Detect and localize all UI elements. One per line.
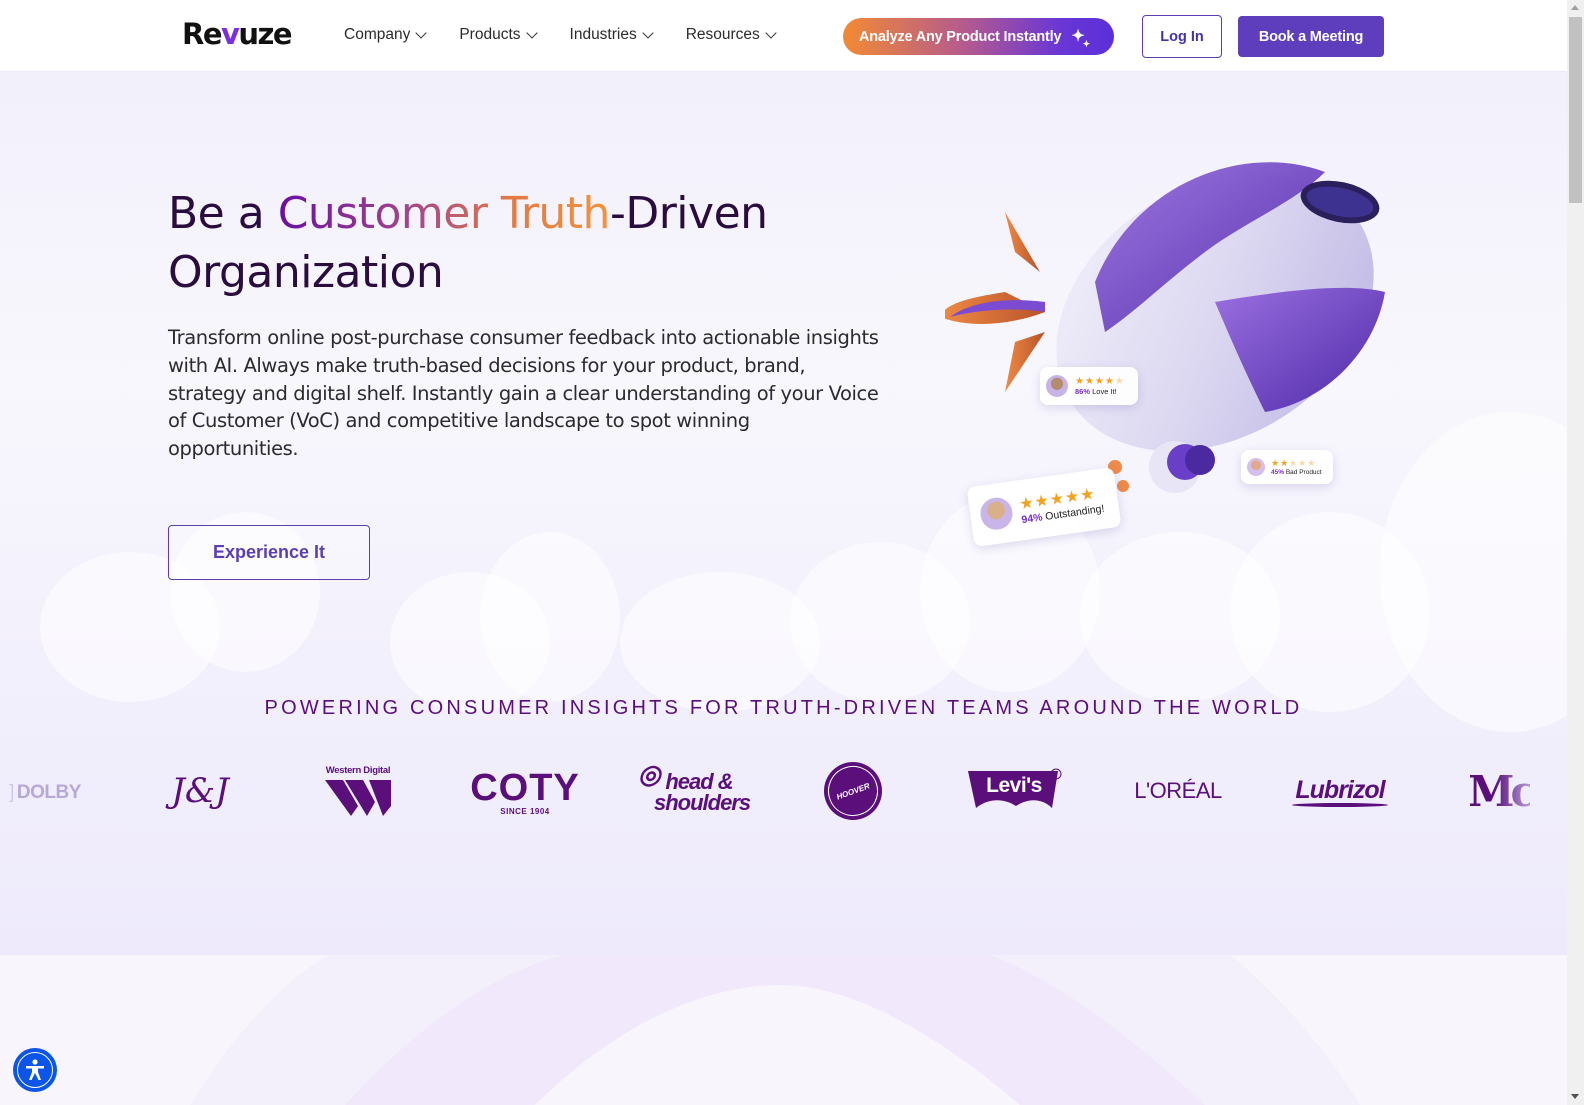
brands-title: POWERING CONSUMER INSIGHTS FOR TRUTH-DRI… — [264, 697, 1303, 719]
brand-name: HOOVER — [820, 758, 886, 824]
brand-logo-hoover: HOOVER — [820, 758, 886, 824]
scroll-up-arrow-icon[interactable] — [1571, 5, 1579, 10]
cloud-decoration — [620, 572, 820, 712]
chevron-down-icon — [642, 27, 654, 39]
brand-logo-coty: COTY SINCE 1904 — [470, 764, 580, 820]
cloud-decoration — [480, 532, 620, 702]
arc-decoration — [190, 955, 1360, 1105]
analyze-button-label: Analyze Any Product Instantly — [859, 28, 1062, 45]
review-content: ★★★★★ 45% Bad Product — [1271, 458, 1322, 476]
scroll-down-arrow-icon[interactable] — [1571, 1094, 1579, 1099]
brand-tagline: SINCE 1904 — [500, 806, 550, 816]
lubrizol-swoosh — [1292, 802, 1388, 807]
review-card: ★★★★★ 86% Love It! — [1040, 367, 1138, 405]
chevron-down-icon — [525, 27, 538, 39]
login-button[interactable]: Log In — [1142, 15, 1222, 58]
review-percent: 45% — [1271, 469, 1285, 476]
brand-logo-dolby: ] DOLBY — [9, 782, 82, 803]
nav-label: Company — [344, 26, 411, 43]
nav-products[interactable]: Products — [459, 26, 538, 44]
review-text: 86% Love It! — [1075, 387, 1125, 396]
headline-line2: Organization — [168, 247, 444, 298]
cloud-decoration — [1380, 412, 1567, 732]
review-percent: 86% — [1075, 387, 1091, 396]
brand-logo-western-digital: Western Digital — [318, 760, 398, 822]
review-label: Bad Product — [1285, 469, 1322, 476]
headline-part2: -Driven — [609, 188, 768, 239]
brand-name: Lubrizol — [1295, 775, 1385, 804]
sparkle-icon: ✦✦ — [1071, 27, 1090, 49]
page-viewport: Revuze Company Products Industries Resou… — [0, 0, 1567, 1105]
accessibility-figure-icon — [26, 1059, 44, 1080]
brand-logos-strip: ] DOLBY J&J Western Digital COTY SINCE 19… — [0, 758, 1567, 830]
headline-part1: Be a — [168, 188, 278, 239]
next-section-background — [0, 955, 1567, 1105]
reviewer-avatar — [976, 493, 1017, 535]
brand-logo-mccormick: Mc — [1470, 764, 1530, 818]
western-digital-mark — [325, 779, 391, 816]
logo-text-suffix: uze — [238, 17, 292, 51]
nav-resources[interactable]: Resources — [685, 26, 777, 44]
review-percent: 94% — [1020, 511, 1044, 527]
revuze-logo[interactable]: Revuze — [182, 17, 293, 51]
headline-highlight: Customer Truth — [277, 188, 611, 239]
review-card: ★★★★★ 45% Bad Product — [1241, 450, 1333, 484]
star-rating: ★★★★★ — [1075, 376, 1125, 387]
nav-label: Products — [459, 26, 521, 43]
book-meeting-button[interactable]: Book a Meeting — [1238, 16, 1384, 57]
reviewer-avatar — [1044, 373, 1070, 399]
nav-label: Industries — [569, 26, 637, 43]
brand-name: Mc — [1467, 766, 1533, 816]
brand-name: Levi's — [986, 774, 1042, 797]
airship-graphic — [940, 162, 1385, 493]
site-header: Revuze Company Products Industries Resou… — [0, 0, 1567, 72]
review-content: ★★★★★ 86% Love It! — [1075, 376, 1125, 396]
scrollbar-thumb[interactable] — [1569, 17, 1582, 203]
brand-logo-levis: Levi's — [966, 768, 1062, 812]
main-nav: Company Products Industries Resources — [344, 26, 809, 44]
page-scrollbar[interactable] — [1567, 0, 1584, 1105]
brand-name: DOLBY — [16, 782, 82, 803]
reviewer-avatar — [1245, 456, 1267, 478]
brand-name: COTY — [470, 766, 580, 809]
review-content: ★★★★★ 94% Outstanding! — [1018, 483, 1105, 526]
brand-logo-head-shoulders: ◎ head & shoulders — [636, 759, 751, 822]
airship-illustration: ★★★★★ 86% Love It! ★★★★★ 45% Bad Product — [940, 142, 1395, 548]
hero-headline: Be a Customer Truth-Driven Organization — [168, 184, 888, 302]
brand-name: L'ORÉAL — [1134, 778, 1222, 803]
nav-label: Resources — [685, 26, 760, 43]
accessibility-button[interactable] — [13, 1048, 57, 1092]
review-label: Love It! — [1092, 387, 1117, 396]
logo-text-accent: v — [221, 17, 240, 51]
analyze-product-button[interactable]: Analyze Any Product Instantly ✦✦ — [843, 18, 1114, 55]
review-text: 45% Bad Product — [1271, 469, 1322, 476]
chevron-down-icon — [765, 27, 777, 39]
hoover-badge: HOOVER — [820, 758, 886, 824]
chevron-down-icon — [415, 27, 428, 39]
accessibility-icon — [17, 1052, 53, 1088]
star-rating: ★★★★★ — [1271, 458, 1317, 468]
brand-logo-lubrizol: Lubrizol — [1285, 766, 1395, 816]
nav-industries[interactable]: Industries — [569, 26, 654, 44]
nav-company[interactable]: Company — [344, 26, 428, 44]
head-shoulders-swirl-icon: ◎ — [638, 759, 661, 789]
brand-name: Western Digital — [325, 764, 391, 776]
brand-name: head & shoulders — [654, 769, 751, 815]
logo-text-prefix: Re — [182, 17, 223, 51]
experience-it-button[interactable]: Experience It — [168, 525, 370, 580]
hero-subtext: Transform online post-purchase consumer … — [168, 326, 879, 461]
brand-logo-jnj: J&J — [160, 758, 240, 824]
brand-name: J&J — [171, 771, 229, 811]
brand-logo-loreal: L'ORÉAL — [1118, 776, 1238, 806]
